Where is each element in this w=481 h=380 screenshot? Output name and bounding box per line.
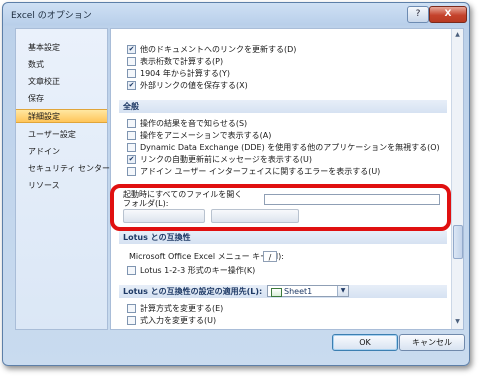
option-save-external-links[interactable]: ✔ 外部リンクの値を保存する(X)	[127, 80, 248, 92]
option-update-links[interactable]: ✔ 他のドキュメントへのリンクを更新する(D)	[127, 44, 296, 56]
section-lotus-header: Lotus との互換性	[119, 231, 447, 244]
window-title: Excel のオプション	[11, 11, 92, 21]
checkbox-formula-evaluation[interactable]	[127, 304, 136, 313]
ok-button[interactable]: OK	[332, 334, 398, 351]
option-animation[interactable]: 操作をアニメーションで表示する(A)	[127, 130, 271, 142]
sidebar-item-resources[interactable]: リソース	[16, 179, 107, 193]
menu-key-input[interactable]: /	[263, 251, 277, 262]
checkbox-animation[interactable]	[127, 131, 136, 140]
options-content: ✔ 他のドキュメントへのリンクを更新する(D) 表示桁数で計算する(P) 1904…	[110, 28, 464, 330]
menu-key-label: Microsoft Office Excel メニュー キー(M):	[129, 252, 284, 261]
checkbox-ask-update[interactable]: ✔	[127, 155, 136, 164]
checkbox-navigation-keys[interactable]	[127, 266, 136, 275]
sidebar: 基本設定 数式 文章校正 保存 詳細設定 ユーザー設定 アドイン セキュリティ …	[15, 28, 110, 330]
checkbox-ignore-dde[interactable]	[127, 143, 136, 152]
section-lotus-settings-header: Lotus との互換性の設定の適用先(L): Sheet1 ▼	[119, 285, 447, 298]
startup-folder-input[interactable]	[264, 194, 440, 205]
checkbox-1904[interactable]	[127, 69, 136, 78]
options-dialog: Excel のオプション ? X 基本設定 数式 文章校正 保存 詳細設定 ユー…	[2, 2, 470, 366]
option-transition-formula-entry[interactable]: 式入力を変更する(U)	[127, 315, 216, 327]
checkbox-precision[interactable]	[127, 57, 136, 66]
chevron-down-icon[interactable]: ▼	[337, 286, 348, 296]
vertical-scrollbar[interactable]: ▲ ▼	[451, 29, 463, 329]
section-general-header: 全般	[119, 100, 447, 113]
checkbox-formula-entry[interactable]	[127, 316, 136, 325]
option-addin-ui-errors[interactable]: アドイン ユーザー インターフェイスに関するエラーを表示する(U)	[127, 166, 380, 178]
option-lotus-navigation-keys[interactable]: Lotus 1-2-3 形式のキー操作(K)	[127, 265, 255, 277]
cancel-button[interactable]: キャンセル	[399, 334, 465, 351]
sidebar-item-trust-center[interactable]: セキュリティ センター	[16, 162, 110, 176]
scroll-down-arrow-icon[interactable]: ▼	[453, 317, 462, 327]
sidebar-item-proofing[interactable]: 文章校正	[16, 75, 107, 89]
sidebar-item-formulas[interactable]: 数式	[16, 58, 107, 72]
option-transition-formula-evaluation[interactable]: 計算方式を変更する(E)	[127, 303, 223, 315]
sheet-select[interactable]: Sheet1 ▼	[267, 285, 349, 297]
sidebar-item-save[interactable]: 保存	[16, 92, 107, 106]
checkbox-update-links[interactable]: ✔	[127, 45, 136, 54]
checkbox-addin-errors[interactable]	[127, 167, 136, 176]
sidebar-item-customize[interactable]: ユーザー設定	[16, 128, 107, 142]
service-options-button[interactable]	[211, 209, 299, 223]
option-ignore-dde[interactable]: Dynamic Data Exchange (DDE) を使用する他のアプリケー…	[127, 142, 440, 154]
option-sound-feedback[interactable]: 操作の結果を音で知らせる(S)	[127, 118, 247, 130]
checkbox-save-external[interactable]: ✔	[127, 81, 136, 90]
scroll-thumb[interactable]	[453, 225, 463, 259]
option-1904-date[interactable]: 1904 年から計算する(Y)	[127, 68, 230, 80]
web-options-button[interactable]	[123, 209, 205, 223]
worksheet-icon	[271, 288, 282, 297]
close-button[interactable]: X	[429, 6, 467, 23]
option-precision-as-displayed[interactable]: 表示桁数で計算する(P)	[127, 56, 223, 68]
sidebar-item-addins[interactable]: アドイン	[16, 145, 107, 159]
help-button[interactable]: ?	[407, 6, 429, 23]
sidebar-item-advanced[interactable]: 詳細設定	[16, 109, 107, 123]
scroll-up-arrow-icon[interactable]: ▲	[453, 30, 462, 40]
sidebar-item-basic[interactable]: 基本設定	[16, 41, 107, 55]
title-bar[interactable]: Excel のオプション ? X	[3, 3, 469, 25]
option-ask-update-links[interactable]: ✔ リンクの自動更新前にメッセージを表示する(U)	[127, 154, 312, 166]
checkbox-sound[interactable]	[127, 119, 136, 128]
startup-folder-label: 起動時にすべてのファイルを開く フォルダ(L):	[123, 190, 243, 208]
